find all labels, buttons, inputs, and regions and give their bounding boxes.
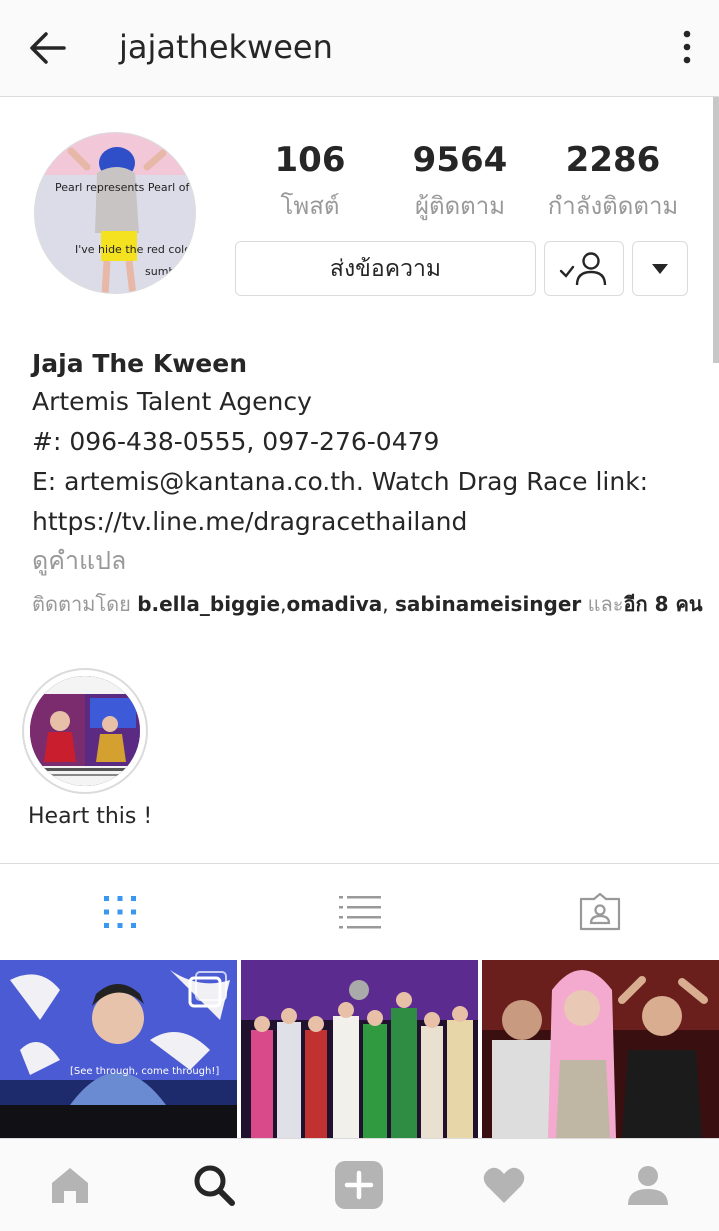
follower-user[interactable]: b.ella_biggie bbox=[137, 592, 280, 616]
avatar-caption-3: sumb bbox=[145, 265, 175, 278]
chevron-down-icon bbox=[652, 263, 668, 274]
bottom-navigation bbox=[0, 1138, 719, 1231]
follower-user[interactable]: omadiva bbox=[286, 592, 382, 616]
section-divider bbox=[0, 863, 719, 864]
followed-by-more[interactable]: อีก 8 คน bbox=[624, 592, 703, 616]
followed-by[interactable]: ติดตามโดย b.ella_biggie,omadiva, sabinam… bbox=[32, 588, 703, 620]
post-grid: [See through, come through!] bbox=[0, 960, 719, 1138]
stat-posts[interactable]: 106 โพสต์ bbox=[260, 140, 360, 225]
bio-link[interactable]: https://tv.line.me/dragracethailand bbox=[32, 502, 702, 542]
search-icon bbox=[194, 1165, 235, 1206]
profile-full-name: Jaja The Kween bbox=[32, 349, 248, 378]
bio-line: E: artemis@kantana.co.th. Watch Drag Rac… bbox=[32, 467, 649, 496]
followers-count: 9564 bbox=[412, 140, 508, 180]
avatar-caption-2: I've hide the red colo bbox=[75, 243, 191, 256]
heart-icon bbox=[483, 1167, 525, 1203]
tab-grid[interactable] bbox=[0, 870, 239, 954]
tagged-person-icon bbox=[579, 893, 620, 931]
profile-icon bbox=[628, 1166, 668, 1205]
following-label: กำลังติดตาม bbox=[547, 192, 679, 220]
list-icon bbox=[338, 896, 381, 929]
avatar-caption-1: Pearl represents Pearl of th bbox=[55, 181, 196, 194]
posts-count: 106 bbox=[274, 140, 346, 180]
following-count: 2286 bbox=[565, 140, 661, 180]
stat-following[interactable]: 2286 กำลังติดตาม bbox=[540, 140, 686, 225]
highlight-label: Heart this ! bbox=[28, 804, 153, 829]
followers-label: ผู้ติดตาม bbox=[414, 192, 506, 220]
bio-line[interactable]: #: 096-438-0555, 097-276-0479 bbox=[32, 422, 702, 462]
following-button[interactable] bbox=[544, 241, 624, 296]
posts-label: โพสต์ bbox=[280, 192, 340, 220]
nav-activity[interactable] bbox=[474, 1157, 534, 1213]
add-post-icon bbox=[335, 1161, 383, 1209]
follower-user[interactable]: sabinameisinger bbox=[395, 592, 581, 616]
post-subtitle: [See through, come through!] bbox=[70, 1066, 219, 1077]
nav-search[interactable] bbox=[184, 1157, 244, 1213]
profile-avatar[interactable]: Pearl represents Pearl of th I've hide t… bbox=[34, 132, 196, 294]
post-thumbnail[interactable] bbox=[482, 960, 719, 1138]
suggested-dropdown-button[interactable] bbox=[632, 241, 688, 296]
message-button[interactable]: ส่งข้อความ bbox=[235, 241, 536, 296]
highlight-thumbnail bbox=[30, 676, 140, 786]
nav-new-post[interactable] bbox=[329, 1157, 389, 1213]
profile-stats: 106 โพสต์ 9564 ผู้ติดตาม 2286 กำลังติดตา… bbox=[260, 140, 700, 230]
see-translation-link[interactable]: ดูคำแปล bbox=[32, 542, 702, 580]
stat-followers[interactable]: 9564 ผู้ติดตาม bbox=[400, 140, 520, 225]
bio-line: Artemis Talent Agency bbox=[32, 387, 312, 416]
following-check-icon bbox=[559, 251, 607, 285]
back-arrow-icon[interactable] bbox=[24, 26, 72, 70]
home-icon bbox=[52, 1168, 88, 1203]
story-highlight[interactable] bbox=[22, 668, 148, 794]
tab-tagged[interactable] bbox=[480, 870, 719, 954]
more-options-icon[interactable] bbox=[675, 28, 699, 68]
top-bar: jajathekween bbox=[0, 0, 719, 97]
followed-by-prefix: ติดตามโดย bbox=[32, 592, 138, 616]
tab-list[interactable] bbox=[240, 870, 479, 954]
followed-by-connector: และ bbox=[581, 592, 624, 616]
post-thumbnail[interactable] bbox=[241, 960, 478, 1138]
grid-icon bbox=[103, 896, 136, 928]
post-thumbnail[interactable]: [See through, come through!] bbox=[0, 960, 237, 1138]
nav-home[interactable] bbox=[40, 1157, 100, 1213]
nav-profile[interactable] bbox=[618, 1157, 678, 1213]
profile-username: jajathekween bbox=[119, 28, 333, 66]
scrollbar[interactable] bbox=[713, 97, 719, 363]
profile-bio: Jaja The Kween Artemis Talent Agency #: … bbox=[32, 346, 702, 580]
